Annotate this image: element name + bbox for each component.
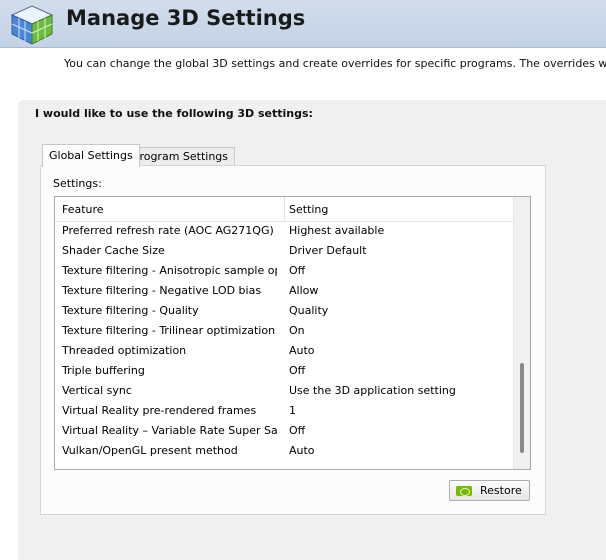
table-row[interactable]: Texture filtering - Negative LOD bias All… — [55, 281, 513, 301]
feature-cell: Virtual Reality pre-rendered frames — [62, 404, 257, 417]
table-row[interactable]: Virtual Reality – Variable Rate Super Sa… — [55, 421, 513, 441]
page-banner: Manage 3D Settings — [0, 0, 606, 48]
feature-cell: Vertical sync — [62, 384, 132, 397]
feature-cell: Virtual Reality – Variable Rate Super Sa… — [62, 424, 277, 437]
feature-cell: Texture filtering - Anisotropic sample o… — [62, 264, 277, 277]
feature-cell: Texture filtering - Trilinear optimizati… — [62, 324, 276, 337]
restore-label: Restore — [480, 484, 522, 497]
table-row[interactable]: Virtual Reality pre-rendered frames 1 — [55, 401, 513, 421]
setting-cell[interactable]: Allow — [289, 284, 509, 297]
feature-cell: Preferred refresh rate (AOC AG271QG) — [62, 224, 274, 237]
setting-cell[interactable]: Off — [289, 424, 509, 437]
list-header: Feature Setting — [55, 197, 513, 222]
setting-cell[interactable]: Quality — [289, 304, 509, 317]
table-row[interactable]: Threaded optimization Auto — [55, 341, 513, 361]
feature-cell: Vulkan/OpenGL present method — [62, 444, 238, 457]
column-divider[interactable] — [284, 197, 285, 221]
table-row[interactable]: Vulkan/OpenGL present method Auto — [55, 441, 513, 461]
scrollbar-thumb[interactable] — [520, 363, 524, 453]
setting-cell[interactable]: Auto — [289, 444, 509, 457]
tab-global-settings[interactable]: Global Settings — [42, 144, 140, 167]
tab-program-settings[interactable]: Program Settings — [126, 147, 236, 166]
feature-cell: Threaded optimization — [62, 344, 187, 357]
column-header-feature[interactable]: Feature — [62, 203, 104, 216]
table-row[interactable]: Vertical sync Use the 3D application sett… — [55, 381, 513, 401]
setting-cell[interactable]: Off — [289, 264, 509, 277]
restore-button[interactable]: Restore — [449, 480, 530, 501]
page-title: Manage 3D Settings — [66, 6, 306, 30]
setting-cell[interactable]: Use the 3D application setting — [289, 384, 509, 397]
nvidia-logo-icon — [456, 486, 472, 496]
column-header-setting[interactable]: Setting — [289, 203, 328, 216]
setting-cell[interactable]: Off — [289, 364, 509, 377]
nvidia-3d-cube-icon — [10, 5, 54, 45]
setting-cell[interactable]: Auto — [289, 344, 509, 357]
setting-cell[interactable]: 1 — [289, 404, 509, 417]
setting-cell[interactable]: Driver Default — [289, 244, 509, 257]
setting-cell[interactable]: Highest available — [289, 224, 509, 237]
table-row[interactable]: Preferred refresh rate (AOC AG271QG) High… — [55, 221, 513, 241]
feature-cell: Texture filtering - Quality — [62, 304, 199, 317]
table-row[interactable]: Triple buffering Off — [55, 361, 513, 381]
table-row[interactable]: Texture filtering - Anisotropic sample o… — [55, 261, 513, 281]
table-row[interactable]: Texture filtering - Trilinear optimizati… — [55, 321, 513, 341]
settings-list[interactable]: Feature Setting Preferred refresh rate (… — [54, 196, 531, 470]
panel-heading: I would like to use the following 3D set… — [35, 107, 313, 120]
table-row[interactable]: Shader Cache Size Driver Default — [55, 241, 513, 261]
feature-cell: Texture filtering - Negative LOD bias — [62, 284, 262, 297]
feature-cell: Shader Cache Size — [62, 244, 165, 257]
settings-rows: Preferred refresh rate (AOC AG271QG) High… — [55, 221, 513, 461]
settings-label: Settings: — [53, 177, 102, 190]
table-row[interactable]: Texture filtering - Quality Quality — [55, 301, 513, 321]
setting-cell[interactable]: On — [289, 324, 509, 337]
vertical-scrollbar[interactable] — [513, 197, 530, 469]
intro-text: You can change the global 3D settings an… — [64, 57, 606, 70]
feature-cell: Triple buffering — [62, 364, 145, 377]
